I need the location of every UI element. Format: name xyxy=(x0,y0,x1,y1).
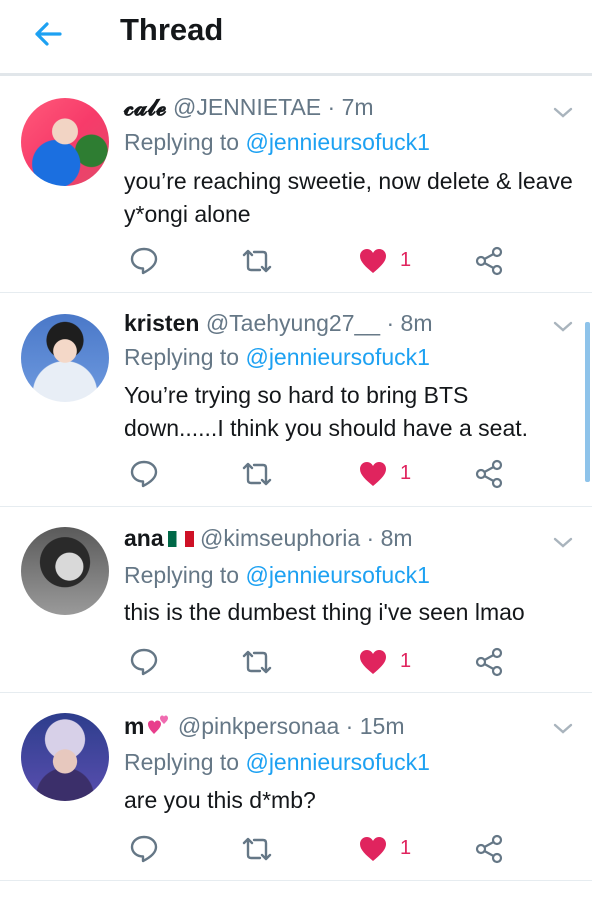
handle-time: @Taehyung27__ · 8m xyxy=(205,310,433,336)
tweet-text: you’re reaching sweetie, now delete & le… xyxy=(124,168,573,227)
avatar[interactable] xyxy=(21,713,109,801)
avatar[interactable] xyxy=(21,314,109,402)
replying-label: Replying to xyxy=(124,562,240,588)
retweet-icon[interactable] xyxy=(240,245,274,277)
mention-link[interactable]: @jennieursofuck1 xyxy=(245,344,429,370)
reply-icon[interactable] xyxy=(128,832,160,864)
reply-icon[interactable] xyxy=(128,244,160,276)
reply-icon[interactable] xyxy=(128,457,160,489)
top-bar: Thread xyxy=(0,0,592,76)
handle-time: @pinkpersonaa · 15m xyxy=(177,713,405,739)
avatar[interactable] xyxy=(21,527,109,615)
retweet-icon[interactable] xyxy=(240,458,274,490)
mention-link[interactable]: @jennieursofuck1 xyxy=(245,562,429,588)
chevron-down-icon[interactable] xyxy=(551,535,575,551)
replying-label: Replying to xyxy=(124,749,240,775)
like-count: 1 xyxy=(400,462,412,484)
tweet[interactable]: ana @kimseuphoria · 8m Replying to @jenn… xyxy=(0,507,592,693)
avatar[interactable] xyxy=(21,98,109,186)
page-title: Thread xyxy=(120,12,224,47)
chevron-down-icon[interactable] xyxy=(551,319,575,335)
replying-label: Replying to xyxy=(124,129,240,155)
display-name[interactable]: ana xyxy=(124,525,164,551)
mexico-flag-icon xyxy=(167,531,194,547)
reply-icon[interactable] xyxy=(128,645,160,677)
arrow-left-icon[interactable] xyxy=(30,16,66,52)
like-count: 1 xyxy=(400,650,412,672)
share-icon[interactable] xyxy=(474,245,504,277)
share-icon[interactable] xyxy=(474,458,504,490)
heart-icon[interactable] xyxy=(358,458,388,490)
tweet[interactable]: kristen @Taehyung27__ · 8m Replying to @… xyxy=(0,293,592,507)
display-name[interactable]: kristen xyxy=(124,310,199,336)
display-name[interactable]: m xyxy=(124,713,144,739)
tweet[interactable]: m @pinkpersonaa · 15m Replying to @jenni… xyxy=(0,693,592,881)
chevron-down-icon[interactable] xyxy=(551,105,575,121)
chevron-down-icon[interactable] xyxy=(551,721,575,737)
mention-link[interactable]: @jennieursofuck1 xyxy=(245,749,429,775)
display-name[interactable]: 𝓬𝓪𝓵𝓮 xyxy=(124,94,167,120)
share-icon[interactable] xyxy=(474,646,504,678)
heart-icon[interactable] xyxy=(358,646,388,678)
replying-label: Replying to xyxy=(124,344,240,370)
tweet[interactable]: 𝓬𝓪𝓵𝓮 @JENNIETAE · 7m Replying to @jennie… xyxy=(0,79,592,293)
retweet-icon[interactable] xyxy=(240,646,274,678)
two-hearts-emoji-icon xyxy=(148,715,169,734)
mention-link[interactable]: @jennieursofuck1 xyxy=(245,129,429,155)
tweet-text: You’re trying so hard to bring BTS down.… xyxy=(124,382,529,441)
handle-time: @kimseuphoria · 8m xyxy=(200,525,413,551)
like-count: 1 xyxy=(400,837,412,859)
like-count: 1 xyxy=(400,249,412,271)
handle-time: @JENNIETAE · 7m xyxy=(172,94,374,120)
heart-icon[interactable] xyxy=(358,833,388,865)
share-icon[interactable] xyxy=(474,833,504,865)
heart-icon[interactable] xyxy=(358,245,388,277)
tweet-text: this is the dumbest thing i've seen lmao xyxy=(124,599,525,625)
retweet-icon[interactable] xyxy=(240,833,274,865)
tweet-text: are you this d*mb? xyxy=(124,787,316,813)
